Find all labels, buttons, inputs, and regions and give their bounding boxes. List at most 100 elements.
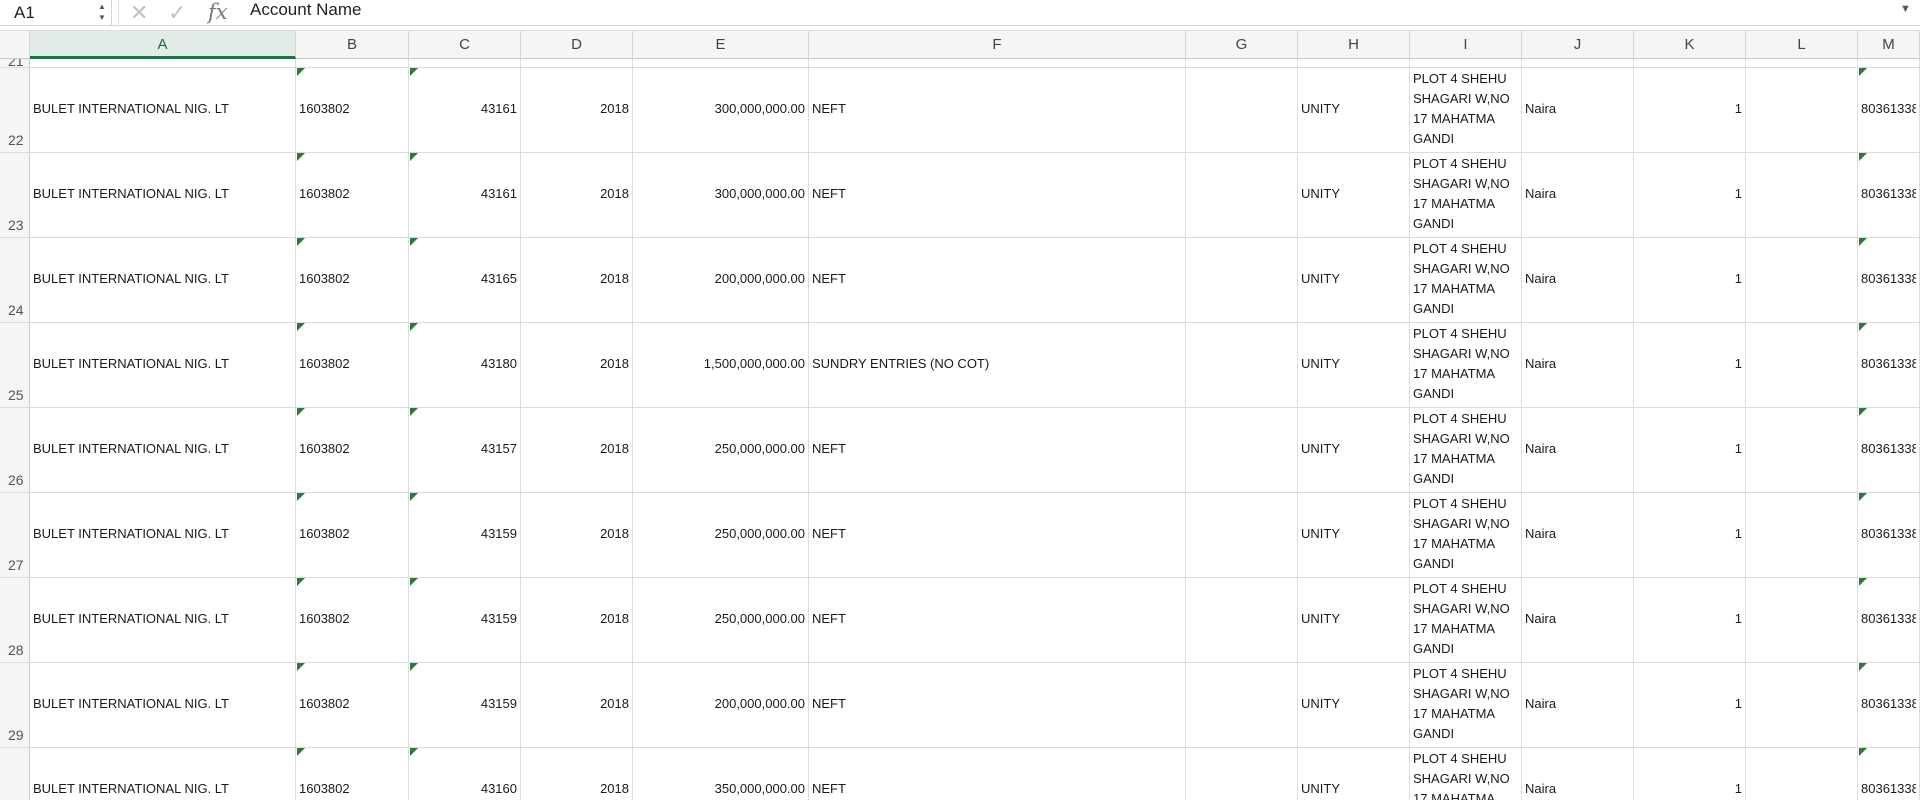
column-header-a[interactable]: A xyxy=(30,31,296,59)
comment-indicator-icon[interactable] xyxy=(297,578,305,586)
cell-j[interactable]: Naira xyxy=(1525,526,1630,544)
cell-e[interactable]: 250,000,000.00 xyxy=(636,526,805,544)
comment-indicator-icon[interactable] xyxy=(297,68,305,76)
column-header-f[interactable]: F xyxy=(809,31,1186,59)
cell-e[interactable]: 250,000,000.00 xyxy=(636,441,805,459)
comment-indicator-icon[interactable] xyxy=(1859,153,1867,161)
cell-k[interactable]: 1 xyxy=(1637,611,1742,629)
comment-indicator-icon[interactable] xyxy=(1859,663,1867,671)
select-all-corner[interactable] xyxy=(0,31,30,59)
comment-indicator-icon[interactable] xyxy=(410,153,418,161)
cell-i[interactable]: PLOT 4 SHEHU SHAGARI W,NO 17 MAHATMA GAN… xyxy=(1413,324,1519,407)
comment-indicator-icon[interactable] xyxy=(297,748,305,756)
cell-b[interactable]: 1603802 xyxy=(299,696,405,714)
cell-j[interactable]: Naira xyxy=(1525,441,1630,459)
comment-indicator-icon[interactable] xyxy=(410,578,418,586)
comment-indicator-icon[interactable] xyxy=(410,323,418,331)
row-header-28[interactable]: 28 xyxy=(0,642,30,658)
cell-h[interactable]: UNITY xyxy=(1301,356,1406,374)
comment-indicator-icon[interactable] xyxy=(410,408,418,416)
cell-h[interactable]: UNITY xyxy=(1301,611,1406,629)
cell-f[interactable]: NEFT xyxy=(812,271,1182,289)
cell-h[interactable]: UNITY xyxy=(1301,441,1406,459)
cell-j[interactable]: Naira xyxy=(1525,186,1630,204)
cell-a[interactable]: BULET INTERNATIONAL NIG. LT xyxy=(33,186,292,204)
cell-h[interactable]: UNITY xyxy=(1301,186,1406,204)
cell-b[interactable]: 1603802 xyxy=(299,781,405,799)
cell-c[interactable]: 43160 xyxy=(412,781,517,799)
cell-f[interactable]: NEFT xyxy=(812,526,1182,544)
row-header-29[interactable]: 29 xyxy=(0,727,30,743)
cell-d[interactable]: 2018 xyxy=(524,186,629,204)
cell-k[interactable]: 1 xyxy=(1637,101,1742,119)
row-header-24[interactable]: 24 xyxy=(0,302,30,318)
comment-indicator-icon[interactable] xyxy=(297,408,305,416)
column-header-j[interactable]: J xyxy=(1522,31,1634,59)
cell-f[interactable]: NEFT xyxy=(812,186,1182,204)
cell-m[interactable]: 80361338 xyxy=(1861,356,1916,374)
cell-m[interactable]: 80361338 xyxy=(1861,781,1916,799)
cancel-icon[interactable]: ✕ xyxy=(130,0,148,26)
comment-indicator-icon[interactable] xyxy=(1859,68,1867,76)
spreadsheet-grid[interactable]: 21 22 23 24 25 26 27 28 29 BULET INTERNATIONAL N… xyxy=(0,59,1920,800)
comment-indicator-icon[interactable] xyxy=(410,238,418,246)
cell-e[interactable]: 300,000,000.00 xyxy=(636,186,805,204)
name-box-value[interactable]: A1 xyxy=(14,3,35,23)
column-header-k[interactable]: K xyxy=(1634,31,1746,59)
cell-h[interactable]: UNITY xyxy=(1301,271,1406,289)
cell-e[interactable]: 200,000,000.00 xyxy=(636,271,805,289)
cell-h[interactable]: UNITY xyxy=(1301,101,1406,119)
cell-c[interactable]: 43180 xyxy=(412,356,517,374)
cell-b[interactable]: 1603802 xyxy=(299,356,405,374)
fx-icon[interactable]: fx xyxy=(208,0,228,24)
cell-d[interactable]: 2018 xyxy=(524,441,629,459)
comment-indicator-icon[interactable] xyxy=(297,663,305,671)
cell-j[interactable]: Naira xyxy=(1525,611,1630,629)
cell-h[interactable]: UNITY xyxy=(1301,781,1406,799)
cell-m[interactable]: 80361338 xyxy=(1861,526,1916,544)
comment-indicator-icon[interactable] xyxy=(297,153,305,161)
name-box[interactable]: A1 ▲ ▼ xyxy=(0,0,112,26)
cell-i[interactable]: PLOT 4 SHEHU SHAGARI W,NO 17 MAHATMA GAN… xyxy=(1413,494,1519,577)
row-header-22[interactable]: 22 xyxy=(0,132,30,148)
cell-m[interactable]: 80361338 xyxy=(1861,271,1916,289)
cell-m[interactable]: 80361338 xyxy=(1861,696,1916,714)
cell-d[interactable]: 2018 xyxy=(524,611,629,629)
cell-h[interactable]: UNITY xyxy=(1301,526,1406,544)
cell-d[interactable]: 2018 xyxy=(524,101,629,119)
cell-f[interactable]: NEFT xyxy=(812,441,1182,459)
cell-a[interactable]: BULET INTERNATIONAL NIG. LT xyxy=(33,781,292,799)
cell-a[interactable]: BULET INTERNATIONAL NIG. LT xyxy=(33,611,292,629)
cell-j[interactable]: Naira xyxy=(1525,781,1630,799)
row-header-25[interactable]: 25 xyxy=(0,387,30,403)
comment-indicator-icon[interactable] xyxy=(410,493,418,501)
cell-m[interactable]: 80361338 xyxy=(1861,441,1916,459)
cell-i[interactable]: PLOT 4 SHEHU SHAGARI W,NO 17 MAHATMA GAN… xyxy=(1413,69,1519,152)
cell-b[interactable]: 1603802 xyxy=(299,101,405,119)
cell-c[interactable]: 43159 xyxy=(412,696,517,714)
cell-k[interactable]: 1 xyxy=(1637,271,1742,289)
cell-f[interactable]: SUNDRY ENTRIES (NO COT) xyxy=(812,356,1182,374)
cell-j[interactable]: Naira xyxy=(1525,356,1630,374)
cell-i[interactable]: PLOT 4 SHEHU SHAGARI W,NO 17 MAHATMA GAN… xyxy=(1413,239,1519,322)
comment-indicator-icon[interactable] xyxy=(1859,323,1867,331)
cell-a[interactable]: BULET INTERNATIONAL NIG. LT xyxy=(33,356,292,374)
cell-a[interactable]: BULET INTERNATIONAL NIG. LT xyxy=(33,271,292,289)
cell-e[interactable]: 200,000,000.00 xyxy=(636,696,805,714)
cell-j[interactable]: Naira xyxy=(1525,696,1630,714)
row-header-23[interactable]: 23 xyxy=(0,217,30,233)
cell-f[interactable]: NEFT xyxy=(812,696,1182,714)
cell-c[interactable]: 43161 xyxy=(412,101,517,119)
cell-i[interactable]: PLOT 4 SHEHU SHAGARI W,NO 17 MAHATMA GAN… xyxy=(1413,409,1519,492)
comment-indicator-icon[interactable] xyxy=(1859,238,1867,246)
cell-e[interactable]: 350,000,000.00 xyxy=(636,781,805,799)
cell-b[interactable]: 1603802 xyxy=(299,611,405,629)
name-box-stepper-icon[interactable]: ▲ ▼ xyxy=(96,1,108,25)
cell-k[interactable]: 1 xyxy=(1637,526,1742,544)
cell-d[interactable]: 2018 xyxy=(524,781,629,799)
cell-b[interactable]: 1603802 xyxy=(299,186,405,204)
cell-h[interactable]: UNITY xyxy=(1301,696,1406,714)
cell-a[interactable]: BULET INTERNATIONAL NIG. LT xyxy=(33,441,292,459)
row-header-26[interactable]: 26 xyxy=(0,472,30,488)
cell-f[interactable]: NEFT xyxy=(812,611,1182,629)
